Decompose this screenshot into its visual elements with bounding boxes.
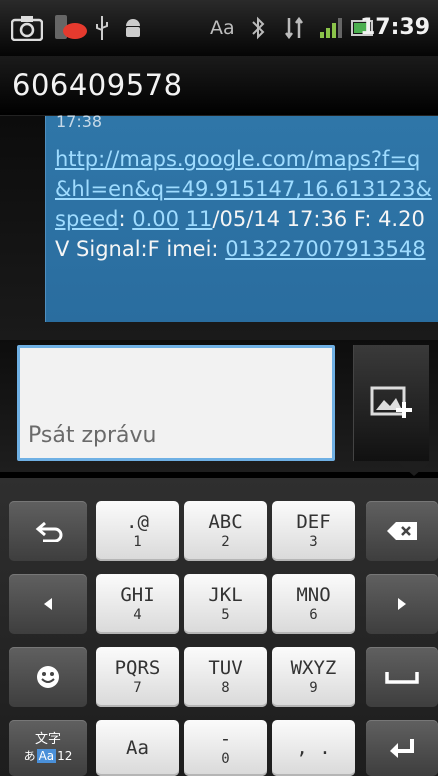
punctuation-key-label: , . (296, 737, 331, 759)
key-3[interactable]: DEF 3 (272, 501, 355, 561)
notification-icon (52, 14, 88, 42)
key-0-digit: 0 (221, 751, 230, 767)
numeric-label: 12 (57, 749, 73, 763)
bluetooth-icon (248, 14, 268, 42)
key-5-digit: 5 (221, 607, 230, 623)
enter-key[interactable] (366, 720, 438, 776)
back-arrow-icon (35, 521, 63, 542)
key-5-label: JKL (208, 584, 243, 606)
cursor-left-key[interactable] (9, 574, 87, 634)
message-colon: : (118, 207, 133, 231)
key-1[interactable]: .@ 1 (96, 501, 179, 561)
key-8-digit: 8 (221, 680, 230, 696)
keyboard: .@ 1 ABC 2 DEF 3 GHI 4 JKL 5 MNO 6 PQRS … (0, 478, 438, 776)
key-0-label: - (219, 728, 232, 750)
key-3-label: DEF (296, 511, 331, 533)
key-7-digit: 7 (133, 680, 142, 696)
key-7[interactable]: PQRS 7 (96, 647, 179, 707)
attach-button[interactable] (353, 345, 429, 461)
delete-key[interactable] (366, 501, 438, 561)
key-9-digit: 9 (309, 680, 318, 696)
usb-icon (92, 14, 112, 42)
key-5[interactable]: JKL 5 (184, 574, 267, 634)
input-mode-line1: 文字 (34, 732, 61, 747)
key-1-digit: 1 (133, 534, 142, 550)
key-3-digit: 3 (309, 534, 318, 550)
cursor-right-key[interactable] (366, 574, 438, 634)
key-8[interactable]: TUV 8 (184, 647, 267, 707)
smiley-icon (37, 666, 59, 688)
emoji-key[interactable] (9, 647, 87, 707)
key-2-label: ABC (208, 511, 243, 533)
conversation-header: 606409578 (0, 56, 438, 116)
camera-icon (10, 14, 44, 42)
backspace-icon (387, 522, 417, 540)
case-key-label: Aa (126, 737, 149, 759)
hiragana-label: あ (23, 749, 36, 763)
message-text: http://maps.google.com/maps?f=q&hl=en&q=… (55, 144, 435, 264)
compose-bar (0, 340, 438, 472)
status-bar: Aa 17:39 (0, 0, 438, 56)
android-debug-icon (122, 14, 144, 42)
conversation-view[interactable]: 17:38 http://maps.google.com/maps?f=q&hl… (0, 112, 438, 340)
key-9-label: WXYZ (290, 657, 337, 679)
key-0[interactable]: - 0 (184, 720, 267, 776)
key-7-label: PQRS (114, 657, 161, 679)
compose-pointer (398, 462, 430, 476)
message-bubble[interactable]: 17:38 http://maps.google.com/maps?f=q&hl… (45, 112, 438, 322)
key-4-label: GHI (120, 584, 155, 606)
key-9[interactable]: WXYZ 9 (272, 647, 355, 707)
contact-number: 606409578 (12, 68, 183, 102)
input-mode-line2: あ Aa 12 (23, 748, 73, 764)
left-arrow-icon (44, 598, 52, 610)
key-1-label: .@ (126, 511, 149, 533)
key-6-label: MNO (296, 584, 331, 606)
case-key[interactable]: Aa (96, 720, 179, 776)
key-6-digit: 6 (309, 607, 318, 623)
space-icon (385, 672, 419, 684)
signal-icon (318, 14, 344, 42)
key-2[interactable]: ABC 2 (184, 501, 267, 561)
message-input[interactable] (28, 423, 318, 448)
message-input-box[interactable] (17, 345, 335, 461)
key-4[interactable]: GHI 4 (96, 574, 179, 634)
key-8-label: TUV (208, 657, 243, 679)
speed-link[interactable]: 0.00 (132, 207, 179, 231)
key-6[interactable]: MNO 6 (272, 574, 355, 634)
message-time: 17:38 (56, 112, 103, 131)
space-key[interactable] (366, 647, 438, 707)
data-transfer-icon (283, 14, 305, 42)
imei-link[interactable]: 013227007913548 (225, 237, 425, 261)
punctuation-key[interactable]: , . (272, 720, 355, 776)
attach-picture-icon (370, 386, 412, 418)
back-key[interactable] (9, 501, 87, 561)
enter-icon (390, 739, 414, 758)
font-size-indicator: Aa (210, 17, 235, 39)
key-4-digit: 4 (133, 607, 142, 623)
latin-label: Aa (36, 749, 57, 763)
right-arrow-icon (398, 598, 406, 610)
date-link[interactable]: 11 (186, 207, 213, 231)
input-mode-key[interactable]: 文字 あ Aa 12 (9, 720, 87, 776)
clock: 17:39 (359, 15, 430, 40)
key-2-digit: 2 (221, 534, 230, 550)
